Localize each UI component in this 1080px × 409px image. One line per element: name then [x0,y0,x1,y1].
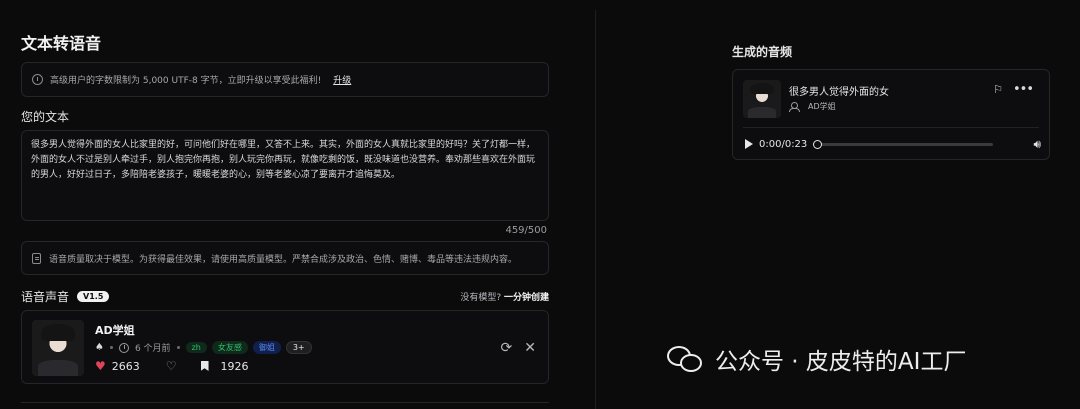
generated-title: 生成的音频 [732,45,793,59]
voice-card[interactable]: AD学姐 ♠ 6 个月前 zh 女友感 御姐 3+ ♥ 2663 ♡ 1926 … [21,310,549,384]
audio-actions: ⚐ ••• [993,82,1034,97]
voice-meta: ♠ 6 个月前 zh 女友感 御姐 3+ [95,341,317,354]
voice-age: 6 个月前 [134,344,171,354]
refresh-icon[interactable]: ⟳ [501,340,513,356]
bookmark-icon[interactable] [200,361,209,371]
watermark: 公众号 · 皮皮特的AI工厂 [667,342,966,376]
quality-notice: 语音质量取决于模型。为获得最佳效果，请使用高质量模型。严禁合成涉及政治、色情、赌… [21,241,549,275]
play-icon[interactable] [745,139,753,149]
progress-knob[interactable] [813,139,823,149]
voice-stats: ♥ 2663 ♡ 1926 [95,359,249,373]
tts-panel: 文本转语音 高级用户的字数限制为 5,000 UTF-8 字节，立即升级以享受此… [0,0,595,409]
version-badge: V1.5 [77,290,110,302]
bookmark-count: 1926 [220,359,249,373]
create-model-link[interactable]: 一分钟创建 [504,293,549,303]
tag-persona: 御姐 [252,341,281,354]
voice-logo-icon: ♠ [95,342,104,353]
like-count: 2663 [111,359,140,373]
separator-dot [109,346,113,349]
audio-user-name: AD学姐 [808,102,836,111]
create-model-hint: 没有模型? 一分钟创建 [460,290,549,303]
voice-avatar [32,320,84,376]
no-model-text: 没有模型? [460,292,502,303]
audio-time: 0:00/0:23 [759,138,808,150]
volume-icon[interactable]: 🔊︎ [1033,137,1041,152]
page-title: 文本转语音 [21,34,102,53]
notice-text: 高级用户的字数限制为 5,000 UTF-8 字节，立即升级以享受此福利! [50,76,322,86]
user-icon [789,102,800,112]
voice-name: AD学姐 [95,324,135,337]
text-input[interactable]: 很多男人觉得外面的女人比家里的好，可问他们好在哪里，又答不上来。其实，外面的女人… [21,130,549,221]
audio-title: 很多男人觉得外面的女 [789,87,889,98]
document-icon [32,252,41,264]
watermark-text: 公众号 · 皮皮特的AI工厂 [715,349,967,375]
voice-actions: ⟳ ✕ [501,340,536,356]
voice-header: 语音声音 V1.5 没有模型? 一分钟创建 [21,288,549,304]
tag-language: zh [185,342,207,353]
wechat-icon [667,344,703,374]
quality-text: 语音质量取决于模型。为获得最佳效果，请使用高质量模型。严禁合成涉及政治、色情、赌… [49,254,518,265]
tag-more[interactable]: 3+ [285,341,312,354]
close-icon[interactable]: ✕ [524,340,536,356]
upgrade-notice: 高级用户的字数限制为 5,000 UTF-8 字节，立即升级以享受此福利! 升级 [21,62,549,97]
heart-filled-icon[interactable]: ♥ [95,359,106,373]
upgrade-link[interactable]: 升级 [333,73,351,86]
separator-dot [176,346,180,349]
tag-style: 女友感 [211,341,248,354]
next-card-edge [21,402,549,403]
info-circle-icon [32,74,43,85]
audio-user: AD学姐 [789,101,836,112]
voice-label: 语音声音 [21,289,70,304]
clock-icon [118,342,129,353]
audio-card: 很多男人觉得外面的女 AD学姐 ⚐ ••• 0:00/0:23 🔊︎ [732,69,1050,160]
char-counter: 459/500 [505,225,547,236]
audio-player: 0:00/0:23 🔊︎ [745,137,1041,151]
progress-track[interactable] [813,139,994,149]
audio-separator [743,127,1039,128]
text-label: 您的文本 [21,110,70,124]
thumbs-down-icon[interactable]: ⚐ [993,83,1003,96]
heart-outline-icon[interactable]: ♡ [166,359,177,373]
more-icon[interactable]: ••• [1013,82,1034,97]
audio-avatar [743,80,781,118]
